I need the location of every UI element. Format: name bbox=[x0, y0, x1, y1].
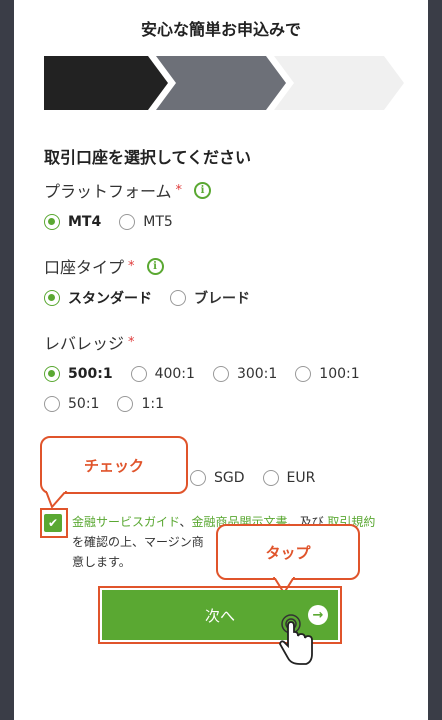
radio-button-icon[interactable] bbox=[170, 290, 186, 306]
radio-standard[interactable]: スタンダード bbox=[44, 288, 152, 308]
radio-button-icon[interactable] bbox=[130, 366, 147, 382]
radio-button-icon[interactable] bbox=[44, 366, 60, 382]
radio-300-1[interactable]: 300:1 bbox=[212, 366, 277, 382]
radio-blade[interactable]: ブレード bbox=[170, 288, 250, 308]
section-title: 取引口座を選択してください bbox=[44, 148, 252, 167]
info-icon[interactable]: i bbox=[146, 257, 164, 275]
required-mark: * bbox=[175, 182, 183, 198]
radio-button-icon[interactable] bbox=[44, 214, 60, 230]
tap-callout: タップ bbox=[216, 524, 360, 580]
radio-button-icon[interactable] bbox=[212, 366, 229, 382]
radio-button-icon[interactable] bbox=[190, 470, 206, 486]
progress-steps bbox=[44, 56, 404, 110]
radio-sgd[interactable]: SGD bbox=[190, 470, 245, 486]
radio-400-1[interactable]: 400:1 bbox=[130, 366, 195, 382]
radio-button-icon[interactable] bbox=[262, 470, 279, 486]
application-card: 安心な簡単お申込みで 取引口座を選択してください プラットフォーム * i MT… bbox=[14, 0, 428, 720]
radio-mt5[interactable]: MT5 bbox=[119, 214, 173, 230]
account-type-label: 口座タイプ * i bbox=[44, 254, 164, 278]
link-financial-services-guide[interactable]: 金融サービスガイド bbox=[72, 515, 180, 529]
radio-button-icon[interactable] bbox=[117, 396, 134, 412]
platform-label: プラットフォーム * i bbox=[44, 178, 212, 202]
radio-button-icon[interactable] bbox=[44, 396, 60, 412]
radio-button-icon[interactable] bbox=[44, 290, 60, 306]
check-callout: チェック bbox=[40, 436, 188, 494]
radio-1-1[interactable]: 1:1 bbox=[117, 396, 164, 412]
platform-radio-group: MT4 MT5 bbox=[44, 214, 191, 230]
callout-pointer bbox=[44, 491, 68, 509]
agree-checkbox[interactable]: ✔ bbox=[44, 514, 62, 532]
required-mark: * bbox=[128, 258, 135, 274]
radio-button-icon[interactable] bbox=[119, 214, 136, 230]
step-2 bbox=[156, 56, 286, 110]
leverage-radio-group: 500:1 400:1 300:1 100:1 bbox=[44, 366, 378, 382]
radio-50-1[interactable]: 50:1 bbox=[44, 396, 99, 412]
radio-100-1[interactable]: 100:1 bbox=[295, 366, 360, 382]
radio-mt4[interactable]: MT4 bbox=[44, 214, 101, 230]
info-icon[interactable]: i bbox=[194, 181, 212, 199]
radio-eur[interactable]: EUR bbox=[262, 470, 315, 486]
page-title: 安心な簡単お申込みで bbox=[140, 20, 301, 39]
account-type-radio-group: スタンダード ブレード bbox=[44, 288, 268, 308]
radio-button-icon[interactable] bbox=[295, 366, 312, 382]
hand-pointer-icon bbox=[279, 614, 313, 665]
required-mark: * bbox=[128, 334, 135, 350]
step-3 bbox=[274, 56, 404, 110]
radio-500-1[interactable]: 500:1 bbox=[44, 366, 113, 382]
currency-radio-group: SGD EUR bbox=[190, 470, 333, 486]
leverage-label: レバレッジ * bbox=[44, 334, 135, 353]
leverage-radio-group-row2: 50:1 1:1 bbox=[44, 396, 182, 412]
step-1 bbox=[44, 56, 168, 110]
